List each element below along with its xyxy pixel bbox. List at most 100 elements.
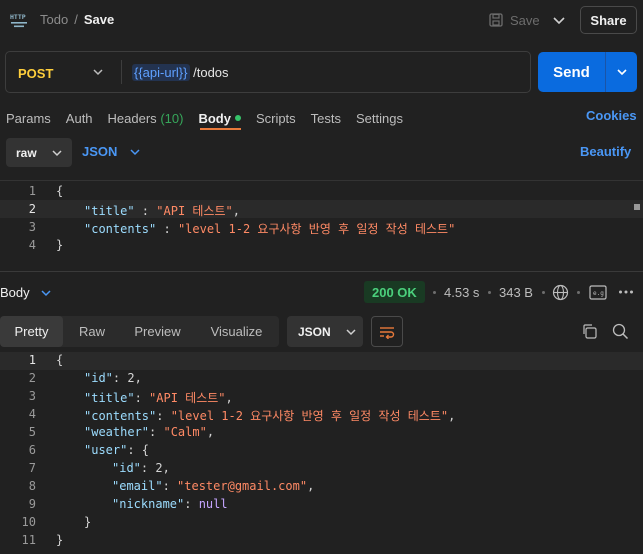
line-number: 9 [28,497,36,511]
response-size[interactable]: 343 B [499,285,533,300]
beautify-button[interactable]: Beautify [580,144,631,159]
chevron-down-icon [40,287,52,299]
send-options-chevron-down-icon[interactable] [614,64,630,80]
chevron-down-icon [345,326,357,338]
separator-dot [542,291,545,294]
breadcrumb: Todo / Save [40,12,114,27]
code-line: "nickname": null [112,497,228,511]
line-number: 4 [28,238,36,252]
code-line: "contents": "level 1-2 요구사항 반영 후 일정 작성 테… [84,409,456,423]
send-button[interactable]: Send [538,52,605,92]
tab-params[interactable]: Params [6,111,51,126]
http-icon: HTTP [10,11,28,29]
tab-preview[interactable]: Preview [121,316,194,347]
line-number: 4 [28,407,36,421]
body-mode-select[interactable]: raw [6,138,72,167]
response-body-viewer[interactable]: 1 2 3 4 5 6 7 8 9 10 11 { "id": 2, "titl… [0,352,643,552]
save-icon [488,12,504,28]
code-line: } [56,238,64,252]
svg-text:HTTP: HTTP [10,13,26,21]
line-number: 7 [28,461,36,475]
response-section-label: Body [0,285,30,300]
tab-auth[interactable]: Auth [66,111,93,126]
url-variable: {{api-url}} [132,64,190,81]
tab-settings[interactable]: Settings [356,111,403,126]
body-indicator-dot [234,114,241,121]
url-divider [121,60,122,84]
response-section-select[interactable]: Body [0,285,52,300]
code-line: "title": "API 테스트", [84,391,233,405]
line-number: 3 [28,389,36,403]
response-time[interactable]: 4.53 s [444,285,479,300]
save-button[interactable]: Save [488,9,540,31]
chevron-down-icon [129,146,141,158]
headers-count: (10) [160,110,184,126]
save-options-chevron-down-icon[interactable] [549,10,569,30]
code-line: "user": { [84,443,150,457]
method-select[interactable]: POST [18,66,53,81]
line-number: 2 [28,371,36,385]
request-name[interactable]: Save [84,12,114,27]
line-number: 8 [28,479,36,493]
top-bar: HTTP Todo / Save Save Share [0,0,643,40]
separator-dot [488,291,491,294]
body-language-label: JSON [82,144,118,159]
tab-body[interactable]: Body [198,111,241,126]
example-icon[interactable]: e.g [589,285,607,300]
tab-body-label: Body [198,110,231,126]
url-path: /todos [189,65,229,80]
more-icon[interactable] [618,289,634,295]
line-number: 11 [21,533,36,547]
pane-divider[interactable] [0,271,643,272]
line-number: 1 [28,184,36,198]
svg-text:e.g: e.g [593,290,604,297]
line-number: 6 [28,443,36,457]
code-line: "title" : "API 테스트", [84,204,240,218]
globe-icon[interactable] [552,284,569,301]
url-input[interactable]: {{api-url}} /todos [132,64,229,81]
method-chevron-down-icon[interactable] [91,65,105,79]
wrap-lines-button[interactable] [371,316,403,347]
code-line: { [56,184,64,198]
wrap-icon [378,325,396,339]
code-line: } [56,533,64,547]
line-number: 1 [28,353,36,367]
status-badge[interactable]: 200 OK [364,281,425,303]
separator-dot [577,291,580,294]
tab-headers[interactable]: Headers (10) [108,111,184,126]
url-bar: POST {{api-url}} /todos [5,51,531,93]
request-body-editor[interactable]: 1 2 3 4 { "title" : "API 테스트", "contents… [0,180,643,270]
code-line: "contents" : "level 1-2 요구사항 반영 후 일정 작성 … [84,222,456,236]
request-tabs: Params Auth Headers (10) Body Scripts Te… [6,108,418,128]
chevron-down-icon [51,147,63,159]
code-line: "email": "tester@gmail.com", [112,479,315,493]
breadcrumb-collection[interactable]: Todo [40,12,68,27]
cookies-link[interactable]: Cookies [586,108,637,123]
response-view-tabs: Pretty Raw Preview Visualize [0,316,279,347]
response-format-select[interactable]: JSON [287,316,363,347]
code-line: "weather": "Calm", [84,425,215,439]
body-language-select[interactable]: JSON [82,144,141,159]
editor-scrollbar[interactable] [634,204,640,210]
separator-dot [433,291,436,294]
code-line: "id": 2, [84,371,142,385]
tab-visualize[interactable]: Visualize [194,316,279,347]
tab-scripts[interactable]: Scripts [256,111,296,126]
tab-tests[interactable]: Tests [311,111,341,126]
line-number: 5 [28,425,36,439]
line-number: 3 [28,220,36,234]
active-tab-underline [200,128,241,130]
save-label: Save [510,12,540,28]
tab-pretty[interactable]: Pretty [0,316,63,347]
send-divider [605,52,606,92]
share-button[interactable]: Share [580,6,637,34]
response-format-label: JSON [298,324,331,339]
body-mode-label: raw [16,145,37,160]
line-number: 10 [21,515,36,529]
tab-raw[interactable]: Raw [63,316,121,347]
line-number: 2 [28,202,36,216]
copy-icon[interactable] [581,323,598,340]
send-button-group: Send [538,52,637,92]
search-icon[interactable] [612,323,629,340]
code-line: "id": 2, [112,461,170,475]
